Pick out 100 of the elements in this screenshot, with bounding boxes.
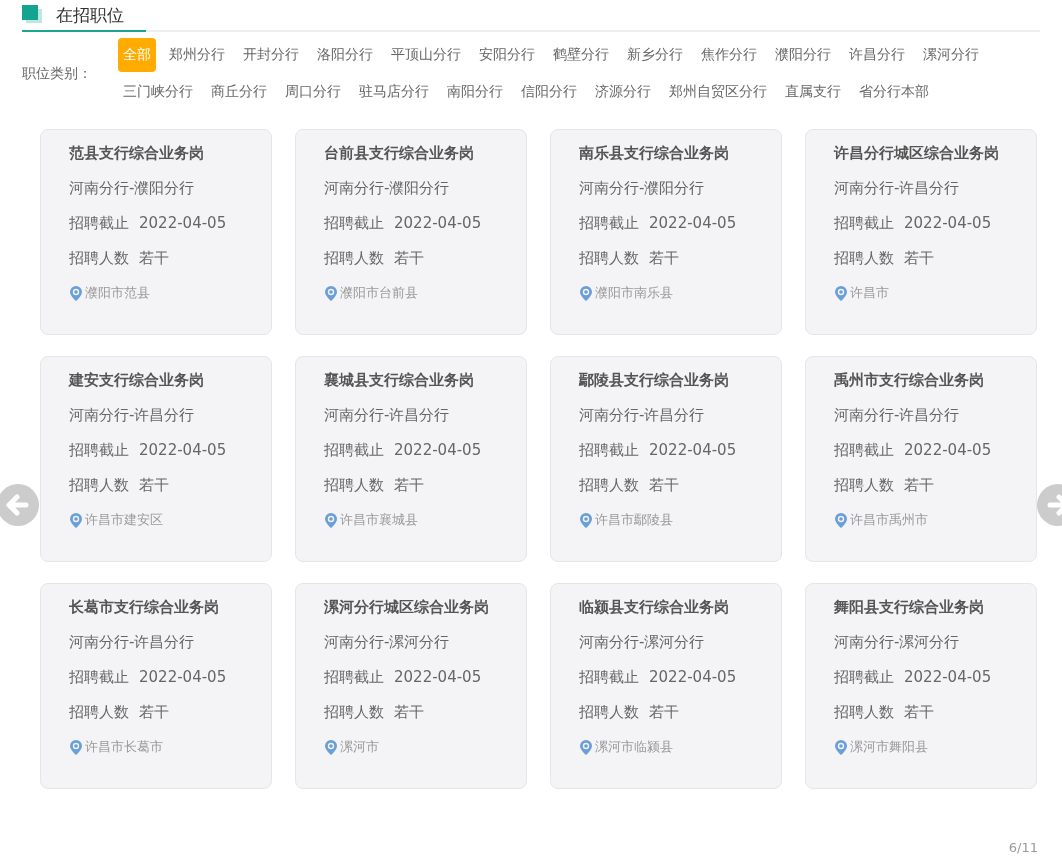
job-card[interactable]: 长葛市支行综合业务岗 河南分行-许昌分行 招聘截止 2022-04-05 招聘人数 若干 许昌市长葛市 <box>40 583 272 789</box>
branch-text: 河南分行-濮阳分行 <box>579 179 705 199</box>
location-pin-icon <box>834 511 848 529</box>
headcount-value: 若干 <box>904 703 934 723</box>
job-card[interactable]: 许昌分行城区综合业务岗 河南分行-许昌分行 招聘截止 2022-04-05 招聘人数 若干 许昌市 <box>805 129 1037 335</box>
headcount-value: 若干 <box>139 249 169 269</box>
location-text: 濮阳市台前县 <box>340 284 418 302</box>
deadline-date: 2022-04-05 <box>649 214 737 234</box>
headcount-label: 招聘人数 <box>324 476 384 496</box>
filter-option[interactable]: 平顶山分行 <box>386 38 466 72</box>
deadline-label: 招聘截止 <box>69 668 129 688</box>
deadline-label: 招聘截止 <box>69 441 129 461</box>
branch-text: 河南分行-漯河分行 <box>834 633 960 653</box>
headcount-value: 若干 <box>394 703 424 723</box>
headcount-value: 若干 <box>904 476 934 496</box>
page-indicator: 6/11 <box>1008 840 1038 855</box>
filter-option[interactable]: 三门峡分行 <box>118 75 198 109</box>
headcount-label: 招聘人数 <box>579 249 639 269</box>
location-pin-icon <box>324 511 338 529</box>
headcount-value: 若干 <box>649 476 679 496</box>
headcount-value: 若干 <box>139 703 169 723</box>
location-pin-icon <box>324 738 338 756</box>
location-text: 许昌市禹州市 <box>850 511 928 529</box>
filter-option[interactable]: 濮阳分行 <box>770 38 836 72</box>
filter-option[interactable]: 开封分行 <box>238 38 304 72</box>
location-pin-icon <box>324 284 338 302</box>
deadline-label: 招聘截止 <box>579 214 639 234</box>
job-title: 许昌分行城区综合业务岗 <box>834 144 1000 164</box>
job-card[interactable]: 襄城县支行综合业务岗 河南分行-许昌分行 招聘截止 2022-04-05 招聘人数 若干 许昌市襄城县 <box>295 356 527 562</box>
filter-option[interactable]: 直属支行 <box>780 75 846 109</box>
location-pin-icon <box>834 284 848 302</box>
deadline-date: 2022-04-05 <box>649 668 737 688</box>
filter-option[interactable]: 南阳分行 <box>442 75 508 109</box>
filter-option[interactable]: 信阳分行 <box>516 75 582 109</box>
job-card[interactable]: 鄢陵县支行综合业务岗 河南分行-许昌分行 招聘截止 2022-04-05 招聘人数 若干 许昌市鄢陵县 <box>550 356 782 562</box>
deadline-date: 2022-04-05 <box>394 214 482 234</box>
deadline-date: 2022-04-05 <box>649 441 737 461</box>
job-card[interactable]: 舞阳县支行综合业务岗 河南分行-漯河分行 招聘截止 2022-04-05 招聘人数 若干 漯河市舞阳县 <box>805 583 1037 789</box>
deadline-label: 招聘截止 <box>579 441 639 461</box>
deadline-date: 2022-04-05 <box>904 214 992 234</box>
location-text: 漯河市临颍县 <box>595 738 673 756</box>
job-title: 长葛市支行综合业务岗 <box>69 598 220 618</box>
filter-option[interactable]: 省分行本部 <box>854 75 934 109</box>
filter-option[interactable]: 商丘分行 <box>206 75 272 109</box>
deadline-date: 2022-04-05 <box>394 668 482 688</box>
filter-option[interactable]: 郑州自贸区分行 <box>664 75 772 109</box>
deadline-label: 招聘截止 <box>834 441 894 461</box>
job-title: 襄城县支行综合业务岗 <box>324 371 475 391</box>
filter-option[interactable]: 许昌分行 <box>844 38 910 72</box>
location-text: 许昌市长葛市 <box>85 738 163 756</box>
filter-option[interactable]: 驻马店分行 <box>354 75 434 109</box>
filter-option[interactable]: 安阳分行 <box>474 38 540 72</box>
headcount-value: 若干 <box>649 249 679 269</box>
job-card[interactable]: 建安支行综合业务岗 河南分行-许昌分行 招聘截止 2022-04-05 招聘人数 若干 许昌市建安区 <box>40 356 272 562</box>
job-title: 禹州市支行综合业务岗 <box>834 371 985 391</box>
job-card[interactable]: 临颍县支行综合业务岗 河南分行-漯河分行 招聘截止 2022-04-05 招聘人数 若干 漯河市临颍县 <box>550 583 782 789</box>
job-card[interactable]: 南乐县支行综合业务岗 河南分行-濮阳分行 招聘截止 2022-04-05 招聘人数 若干 濮阳市南乐县 <box>550 129 782 335</box>
location-pin-icon <box>579 738 593 756</box>
location-text: 许昌市 <box>850 284 889 302</box>
headcount-value: 若干 <box>139 476 169 496</box>
headcount-label: 招聘人数 <box>69 249 129 269</box>
job-title: 临颍县支行综合业务岗 <box>579 598 730 618</box>
job-card[interactable]: 台前县支行综合业务岗 河南分行-濮阳分行 招聘截止 2022-04-05 招聘人数 若干 濮阳市台前县 <box>295 129 527 335</box>
filter-option[interactable]: 郑州分行 <box>164 38 230 72</box>
location-text: 漯河市舞阳县 <box>850 738 928 756</box>
deadline-date: 2022-04-05 <box>139 668 227 688</box>
filter-option[interactable]: 周口分行 <box>280 75 346 109</box>
job-card[interactable]: 漯河分行城区综合业务岗 河南分行-漯河分行 招聘截止 2022-04-05 招聘人数 若干 漯河市 <box>295 583 527 789</box>
location-text: 濮阳市南乐县 <box>595 284 673 302</box>
deadline-label: 招聘截止 <box>579 668 639 688</box>
location-pin-icon <box>69 738 83 756</box>
deadline-label: 招聘截止 <box>324 668 384 688</box>
location-pin-icon <box>579 284 593 302</box>
filter-option[interactable]: 洛阳分行 <box>312 38 378 72</box>
job-card[interactable]: 禹州市支行综合业务岗 河南分行-许昌分行 招聘截止 2022-04-05 招聘人数 若干 许昌市禹州市 <box>805 356 1037 562</box>
filter-option[interactable]: 鹤壁分行 <box>548 38 614 72</box>
location-text: 漯河市 <box>340 738 379 756</box>
job-title: 舞阳县支行综合业务岗 <box>834 598 985 618</box>
filter-label: 职位类别： <box>22 64 93 83</box>
headcount-label: 招聘人数 <box>324 249 384 269</box>
job-title: 范县支行综合业务岗 <box>69 144 205 164</box>
job-title: 台前县支行综合业务岗 <box>324 144 475 164</box>
job-card[interactable]: 范县支行综合业务岗 河南分行-濮阳分行 招聘截止 2022-04-05 招聘人数 若干 濮阳市范县 <box>40 129 272 335</box>
deadline-label: 招聘截止 <box>324 441 384 461</box>
job-title: 鄢陵县支行综合业务岗 <box>579 371 730 391</box>
location-text: 濮阳市范县 <box>85 284 150 302</box>
deadline-label: 招聘截止 <box>834 668 894 688</box>
branch-text: 河南分行-漯河分行 <box>579 633 705 653</box>
filter-option[interactable]: 焦作分行 <box>696 38 762 72</box>
previous-arrow-icon[interactable] <box>0 483 40 527</box>
headcount-label: 招聘人数 <box>834 249 894 269</box>
headcount-label: 招聘人数 <box>579 476 639 496</box>
branch-text: 河南分行-许昌分行 <box>579 406 705 426</box>
filter-option[interactable]: 济源分行 <box>590 75 656 109</box>
headcount-label: 招聘人数 <box>834 476 894 496</box>
headcount-label: 招聘人数 <box>69 476 129 496</box>
deadline-date: 2022-04-05 <box>139 214 227 234</box>
filter-option[interactable]: 新乡分行 <box>622 38 688 72</box>
filter-option[interactable]: 漯河分行 <box>918 38 984 72</box>
deadline-label: 招聘截止 <box>834 214 894 234</box>
